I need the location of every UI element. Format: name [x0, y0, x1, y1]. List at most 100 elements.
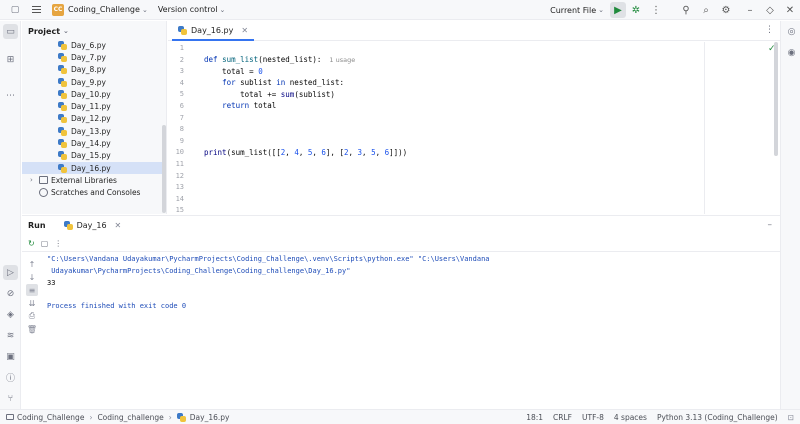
left-tool-strip: ▭ ⊞ ⋯ ▷ ⊘ ◈ ≋ ▣ ⓘ ⑂ — [0, 21, 21, 409]
python-file-icon — [178, 25, 187, 35]
breadcrumb-item[interactable]: Coding_Challenge — [17, 413, 84, 422]
python-file-icon — [58, 163, 67, 173]
usage-hint[interactable]: 1 usage — [329, 56, 355, 64]
run-icon[interactable]: ▶ — [610, 2, 626, 18]
chevron-right-icon[interactable]: › — [30, 176, 39, 184]
console-line: Process finished with exit code 0 — [47, 302, 187, 310]
run-tab[interactable]: Day_16 ✕ — [63, 221, 122, 230]
debug-icon[interactable]: ✲ — [626, 0, 646, 20]
layers-icon[interactable]: ≋ — [3, 328, 18, 343]
code-editor[interactable]: 1 2 3 4 5 6 7 8 9 10 11 12 13 14 15 def … — [168, 42, 780, 214]
ai-assistant-icon[interactable]: ◉ — [784, 45, 799, 60]
python-file-icon — [58, 151, 67, 161]
tree-scratches[interactable]: Scratches and Consoles — [22, 187, 162, 199]
close-tab-icon[interactable]: ✕ — [115, 221, 122, 230]
python-file-icon — [58, 102, 67, 112]
project-name[interactable]: Coding_Challenge — [68, 5, 140, 14]
terminal-icon[interactable]: ▣ — [3, 349, 18, 364]
indent-setting[interactable]: 4 spaces — [614, 413, 647, 422]
tree-file[interactable]: Day_10.py — [22, 88, 162, 100]
more-options-icon[interactable]: ⋮ — [54, 239, 62, 248]
search-icon[interactable]: ⌕ — [696, 0, 716, 20]
restore-icon[interactable]: ◇ — [760, 0, 780, 20]
tree-file[interactable]: Day_8.py — [22, 64, 162, 76]
no-problems-check-icon[interactable]: ✓ — [768, 44, 776, 54]
project-tree: Day_6.py Day_7.py Day_8.py Day_9.py Day_… — [22, 39, 162, 199]
run-toolbar: ↻ ▢ ⋮ — [22, 236, 780, 252]
notifications-icon[interactable]: ◎ — [784, 24, 799, 39]
tree-file[interactable]: Day_9.py — [22, 76, 162, 88]
python-file-icon — [176, 412, 186, 422]
file-encoding[interactable]: UTF-8 — [582, 413, 604, 422]
tree-file[interactable]: Day_13.py — [22, 125, 162, 137]
project-pane-title[interactable]: Project — [28, 27, 60, 36]
chevron-down-icon[interactable]: ⌄ — [63, 27, 69, 35]
tab-options-icon[interactable]: ⋮ — [765, 25, 774, 35]
project-scrollbar[interactable] — [162, 125, 166, 213]
editor-tab[interactable]: Day_16.py ✕ — [172, 21, 254, 41]
tree-file[interactable]: Day_12.py — [22, 113, 162, 125]
git-icon[interactable]: ⑂ — [3, 391, 18, 406]
problems-icon[interactable]: ⓘ — [3, 370, 18, 385]
close-tab-icon[interactable]: ✕ — [241, 26, 248, 35]
chevron-down-icon[interactable]: ⌄ — [598, 6, 604, 14]
editor-tab-bar: Day_16.py ✕ ⋮ — [168, 21, 780, 41]
run-config-selector[interactable]: Current File — [550, 6, 596, 15]
minimize-icon[interactable]: – — [740, 0, 760, 20]
minimize-panel-icon[interactable]: – — [768, 220, 773, 230]
settings-icon[interactable]: ⚙ — [716, 0, 736, 20]
more-tools-icon[interactable]: ⋯ — [3, 88, 18, 103]
structure-tool-icon[interactable]: ⊞ — [3, 52, 18, 67]
version-control-menu[interactable]: Version control — [158, 5, 218, 14]
code-line: total = 0 — [204, 66, 263, 76]
services-icon[interactable]: ◈ — [3, 307, 18, 322]
cursor-position[interactable]: 18:1 — [526, 413, 543, 422]
print-icon[interactable]: ⎙ — [26, 310, 38, 322]
right-margin-guide — [704, 42, 705, 214]
trash-icon[interactable]: 🗑 — [26, 323, 38, 335]
soft-wrap-icon[interactable]: ≡ — [26, 284, 38, 296]
project-tool-icon[interactable]: ▭ — [3, 24, 18, 39]
code-line: def sum_list(nested_list): 1 usage — [204, 55, 356, 64]
rerun-icon[interactable]: ↻ — [28, 239, 35, 248]
breadcrumb: Coding_Challenge › Coding_challenge › Da… — [6, 412, 230, 422]
editor-scrollbar[interactable] — [774, 42, 778, 156]
scroll-to-end-icon[interactable]: ⇊ — [26, 297, 38, 309]
chevron-down-icon[interactable]: ⌄ — [142, 6, 148, 14]
run-console-output[interactable]: "C:\Users\Vandana Udayakumar\PycharmProj… — [43, 253, 780, 409]
scroll-up-icon[interactable]: ↑ — [26, 258, 38, 270]
python-packages-icon[interactable]: ⊘ — [3, 286, 18, 301]
tree-file[interactable]: Day_15.py — [22, 150, 162, 162]
tree-file[interactable]: Day_11.py — [22, 100, 162, 112]
tree-external-libraries[interactable]: › External Libraries — [22, 174, 162, 186]
lock-icon[interactable]: ⊡ — [788, 413, 794, 422]
python-file-icon — [58, 126, 67, 136]
user-icon[interactable]: ⚲ — [676, 0, 696, 20]
run-tool-icon[interactable]: ▷ — [3, 265, 18, 280]
tree-file[interactable]: Day_7.py — [22, 51, 162, 63]
console-line: Udayakumar\PycharmProjects\Coding_Challe… — [47, 267, 351, 275]
line-number-gutter: 1 2 3 4 5 6 7 8 9 10 11 12 13 14 15 — [175, 44, 184, 214]
tree-file[interactable]: Day_14.py — [22, 137, 162, 149]
project-badge[interactable]: CC — [52, 3, 64, 16]
python-file-icon — [63, 221, 73, 230]
line-separator[interactable]: CRLF — [553, 413, 572, 422]
python-interpreter[interactable]: Python 3.13 (Coding_Challenge) — [657, 413, 778, 422]
breadcrumb-item[interactable]: Coding_challenge — [97, 413, 163, 422]
library-icon — [39, 176, 48, 185]
close-icon[interactable]: ✕ — [780, 0, 800, 20]
code-line: total += sum(sublist) — [204, 89, 335, 99]
tree-file-selected[interactable]: Day_16.py — [22, 161, 162, 175]
breadcrumb-item[interactable]: Day_16.py — [190, 413, 230, 422]
more-actions-icon[interactable]: ⋮ — [646, 0, 666, 20]
window-icon[interactable]: ▢ — [8, 3, 22, 17]
chevron-down-icon[interactable]: ⌄ — [220, 6, 226, 14]
main-menu-icon[interactable] — [30, 3, 44, 17]
tree-file[interactable]: Day_6.py — [22, 39, 162, 51]
python-file-icon — [58, 139, 67, 149]
scroll-down-icon[interactable]: ↓ — [26, 271, 38, 283]
python-file-icon — [58, 89, 67, 99]
stop-icon[interactable]: ▢ — [41, 239, 49, 248]
scratches-icon — [39, 188, 48, 198]
chevron-right-icon: › — [89, 412, 93, 422]
